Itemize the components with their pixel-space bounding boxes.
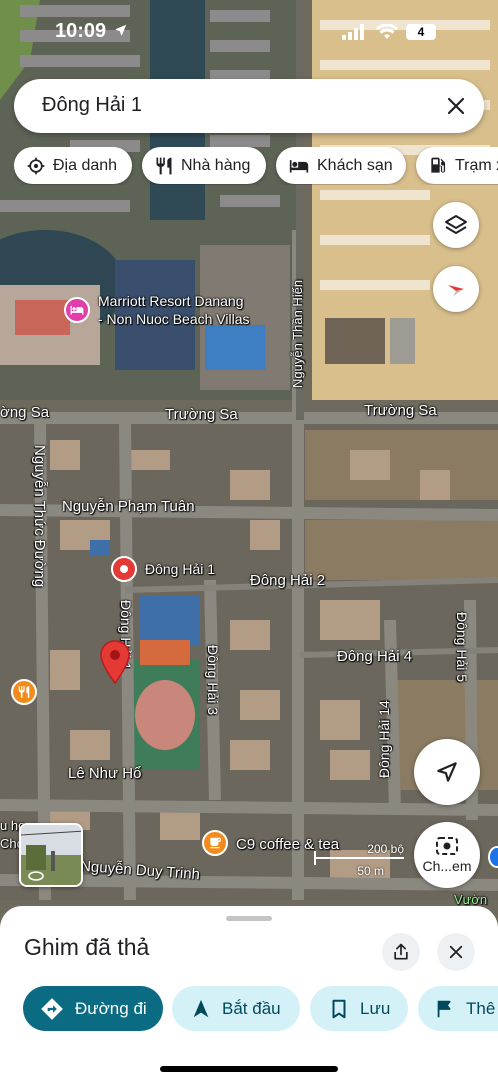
restaurant-icon <box>156 157 172 174</box>
rotate-360-icon <box>28 871 44 881</box>
sheet-grabber[interactable] <box>226 916 272 921</box>
save-button[interactable]: Lưu <box>310 986 408 1031</box>
wifi-icon <box>376 24 398 39</box>
layers-icon <box>445 215 467 234</box>
fork-knife-icon <box>18 686 30 698</box>
coffee-cup-icon <box>210 837 221 849</box>
marker-dot-icon <box>120 565 128 573</box>
road-label-truong-sa-east: Trường Sa <box>364 402 437 419</box>
road-label-le-nhu-ho: Lê Như Hổ <box>68 765 142 782</box>
share-icon <box>394 943 408 960</box>
flag-label: Thê <box>466 998 496 1018</box>
coffee-marker[interactable] <box>202 830 228 856</box>
layers-button[interactable] <box>433 202 479 248</box>
marriott-label-line1: Marriott Resort Danang <box>98 293 244 309</box>
directions-label: Đường đi <box>75 998 147 1018</box>
restaurant-marker[interactable] <box>11 679 37 705</box>
navigation-arrow-icon <box>193 999 209 1017</box>
directions-icon <box>41 997 63 1020</box>
category-chips: Địa danh Nhà hàng Khách sạn Trạm x <box>14 147 498 185</box>
location-arrow-icon <box>115 24 126 36</box>
bookmark-icon <box>332 999 346 1018</box>
road-label-dong-hai-5: Đông Hải 5 <box>454 612 470 683</box>
road-label-nguyen-pham-tuan: Nguyễn Phạm Tuân <box>62 498 195 515</box>
chip-gas-stations-label: Trạm x <box>455 156 498 174</box>
save-label: Lưu <box>360 998 391 1018</box>
share-button[interactable] <box>382 933 420 971</box>
flag-icon <box>437 1000 451 1017</box>
search-input[interactable]: Đông Hải 1 <box>42 94 142 117</box>
home-indicator[interactable] <box>160 1066 338 1072</box>
status-time: 10:09 <box>55 20 128 43</box>
dropped-pin-icon[interactable] <box>99 640 131 684</box>
chip-hotels[interactable]: Khách sạn <box>276 147 406 184</box>
battery-icon: 4 <box>406 24 436 40</box>
street-view-button[interactable]: Ch...em <box>414 822 480 888</box>
road-label-dong-hai-2: Đông Hải 2 <box>250 572 326 589</box>
navigation-arrow-icon <box>437 762 457 782</box>
place-marker-label[interactable]: Đông Hải 1 <box>145 560 215 578</box>
compass-icon <box>448 285 464 296</box>
search-bar[interactable]: Đông Hải 1 <box>14 79 484 133</box>
street-view-icon <box>436 837 458 855</box>
bed-icon <box>70 305 84 315</box>
road-label-nguyen-thuc-duong: Nguyễn Thức Đường <box>31 445 48 588</box>
close-icon[interactable] <box>444 94 468 118</box>
road-label-nguyen-than-hien: Nguyễn Thần Hiến <box>290 279 305 388</box>
marriott-label[interactable]: Marriott Resort Danang - Non Nuoc Beach … <box>98 292 249 328</box>
scale-meters: 50 m <box>357 864 384 878</box>
flag-button[interactable]: Thê <box>418 986 498 1031</box>
road-label-dong-hai-3: Đông Hải 3 <box>205 645 221 716</box>
chip-restaurants-label: Nhà hàng <box>181 156 251 174</box>
close-icon <box>449 945 463 959</box>
status-icons: 4 <box>342 24 436 40</box>
scale-tick-left <box>314 851 316 865</box>
start-label: Bắt đầu <box>222 998 281 1018</box>
sheet-title: Ghim đã thả <box>24 934 150 960</box>
road-label-dong-hai-14: Đông Hải 14 <box>376 700 392 778</box>
my-location-button[interactable] <box>414 739 480 805</box>
chip-restaurants[interactable]: Nhà hàng <box>142 147 266 184</box>
bottom-sheet[interactable]: Ghim đã thả Đường đi Bắt đầu Lưu Thê <box>0 906 498 1080</box>
street-view-thumbnail[interactable] <box>19 823 83 887</box>
directions-button[interactable]: Đường đi <box>23 986 163 1031</box>
hotel-icon <box>289 159 309 173</box>
gas-station-icon <box>431 157 446 173</box>
place-marker[interactable] <box>111 556 137 582</box>
road-label-truong-sa-left: ờng Sa <box>0 404 50 421</box>
landmark-icon <box>27 157 45 174</box>
compass-button[interactable] <box>433 266 479 312</box>
scale-bar <box>314 857 404 859</box>
road-label-dong-hai-4: Đông Hải 4 <box>337 648 413 665</box>
scale-feet: 200 bộ <box>367 842 404 856</box>
road-label-vuon: Vườn <box>454 892 488 907</box>
cellular-signal-icon <box>342 24 364 40</box>
battery-level: 4 <box>417 25 425 39</box>
road-label-truong-sa: Trường Sa <box>165 406 238 423</box>
street-view-label: Ch...em <box>422 858 472 874</box>
status-time-text: 10:09 <box>55 20 107 42</box>
map-scale: 200 bộ 50 m <box>314 842 406 882</box>
chip-landmarks-label: Địa danh <box>53 156 118 174</box>
chip-gas-stations[interactable]: Trạm x <box>416 147 498 184</box>
status-bar: 10:09 4 <box>0 18 498 48</box>
hotel-marker[interactable] <box>64 297 90 323</box>
marriott-label-line2: - Non Nuoc Beach Villas <box>98 311 250 327</box>
close-sheet-button[interactable] <box>437 933 475 971</box>
start-button[interactable]: Bắt đầu <box>172 986 300 1031</box>
chip-hotels-label: Khách sạn <box>317 156 393 174</box>
chip-landmarks[interactable]: Địa danh <box>14 147 132 184</box>
